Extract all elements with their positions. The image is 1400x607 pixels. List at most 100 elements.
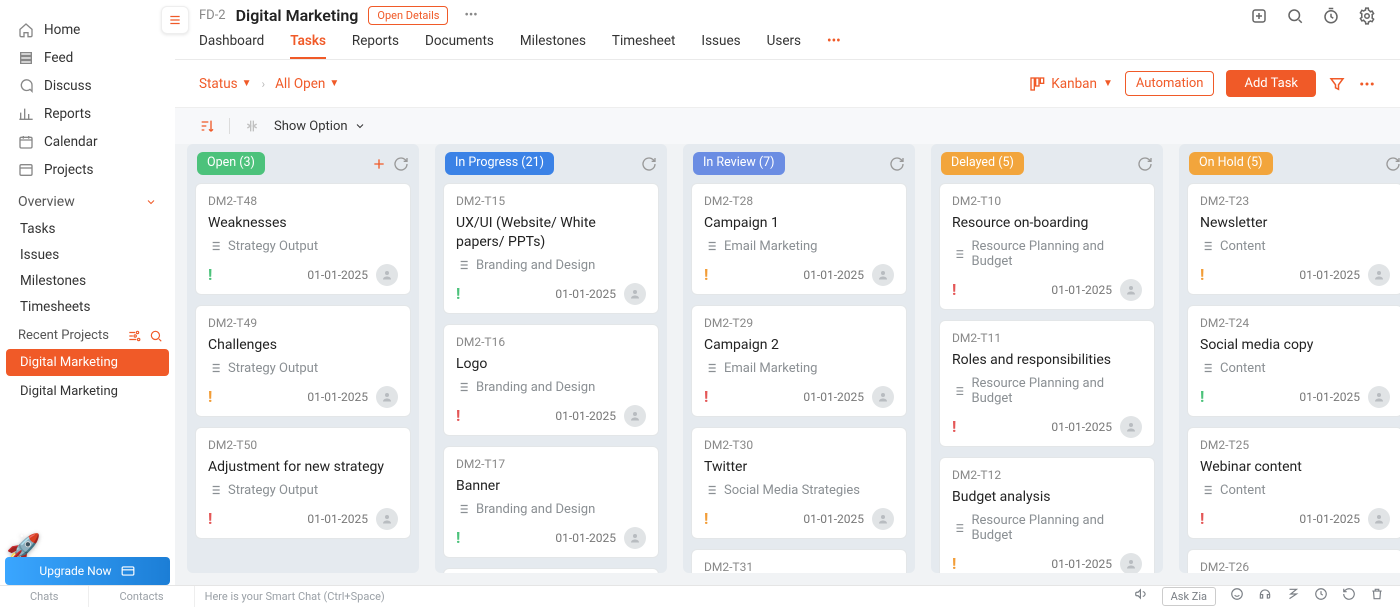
task-card[interactable]: DM2-T17 Banner Branding and Design ! 01-…	[443, 446, 659, 558]
automation-button[interactable]: Automation	[1125, 71, 1215, 96]
all-open-filter[interactable]: All Open ▼	[275, 76, 339, 92]
assignee-avatar[interactable]	[376, 508, 398, 530]
add-icon[interactable]	[1250, 7, 1268, 25]
filter-icon[interactable]	[1328, 75, 1346, 93]
tab-documents[interactable]: Documents	[425, 33, 494, 59]
tab-tasks[interactable]: Tasks	[290, 33, 326, 59]
add-card-icon[interactable]	[371, 156, 387, 172]
task-card[interactable]: DM2-T26 Email content preparation Email …	[1187, 549, 1400, 573]
list-icon	[704, 483, 718, 497]
project-more-menu[interactable]: •••	[458, 8, 483, 23]
nav-item-calendar[interactable]: Calendar	[0, 128, 175, 156]
section-header-overview[interactable]: Overview	[0, 184, 175, 216]
task-card[interactable]: DM2-T30 Twitter Social Media Strategies …	[691, 427, 907, 539]
discuss-icon	[18, 78, 34, 94]
sidebar-item-tasks[interactable]: Tasks	[0, 216, 175, 242]
tab-milestones[interactable]: Milestones	[520, 33, 586, 59]
chats-tab[interactable]: Chats	[0, 586, 89, 607]
nav-item-discuss[interactable]: Discuss	[0, 72, 175, 100]
sidebar-item-milestones[interactable]: Milestones	[0, 268, 175, 294]
smile-icon[interactable]	[1230, 587, 1244, 601]
task-title: Budget analysis	[952, 488, 1142, 507]
task-card[interactable]: DM2-T31 Linkedin Social Media Strategies…	[691, 549, 907, 573]
task-due-date: 01-01-2025	[555, 409, 616, 423]
tab-users[interactable]: Users	[767, 33, 801, 59]
upgrade-button[interactable]: Upgrade Now	[5, 557, 170, 585]
tab-dashboard[interactable]: Dashboard	[199, 33, 264, 59]
nav-item-reports[interactable]: Reports	[0, 100, 175, 128]
task-card[interactable]: DM2-T18 Video Branding and Design ! 01-0…	[443, 568, 659, 573]
assignee-avatar[interactable]	[1120, 279, 1142, 301]
nav-item-feed[interactable]: Feed	[0, 44, 175, 72]
assignee-avatar[interactable]	[872, 264, 894, 286]
task-card[interactable]: DM2-T29 Campaign 2 Email Marketing ! 01-…	[691, 305, 907, 417]
assignee-avatar[interactable]	[872, 386, 894, 408]
refresh-icon[interactable]	[1385, 156, 1400, 172]
sliders-icon[interactable]	[127, 329, 141, 343]
assignee-avatar[interactable]	[1368, 386, 1390, 408]
assignee-avatar[interactable]	[1368, 508, 1390, 530]
sort-icon[interactable]	[199, 118, 215, 134]
view-switcher[interactable]: Kanban ▼	[1029, 76, 1113, 92]
nav-item-projects[interactable]: Projects	[0, 156, 175, 184]
task-card[interactable]: DM2-T12 Budget analysis Resource Plannin…	[939, 457, 1155, 573]
priority-flag-icon: !	[704, 389, 708, 405]
task-card[interactable]: DM2-T10 Resource on-boarding Resource Pl…	[939, 183, 1155, 310]
search-icon[interactable]	[149, 329, 163, 343]
search-icon[interactable]	[1286, 7, 1304, 25]
tab-issues[interactable]: Issues	[701, 33, 740, 59]
task-card[interactable]: DM2-T11 Roles and responsibilities Resou…	[939, 320, 1155, 447]
gear-icon[interactable]	[1358, 7, 1376, 25]
assignee-avatar[interactable]	[376, 264, 398, 286]
refresh-icon[interactable]	[641, 156, 657, 172]
history-icon[interactable]	[1342, 587, 1356, 601]
task-card[interactable]: DM2-T49 Challenges Strategy Output ! 01-…	[195, 305, 411, 417]
clock-icon[interactable]	[1314, 587, 1328, 601]
task-list-tag: Content	[1200, 361, 1390, 376]
add-task-button[interactable]: Add Task	[1226, 70, 1316, 97]
assignee-avatar[interactable]	[1368, 264, 1390, 286]
recent-project[interactable]: Digital Marketing	[6, 378, 169, 405]
refresh-icon[interactable]	[889, 156, 905, 172]
assignee-avatar[interactable]	[376, 386, 398, 408]
task-card[interactable]: DM2-T15 UX/UI (Website/ White papers/ PP…	[443, 183, 659, 314]
headset-icon[interactable]	[1258, 587, 1272, 601]
more-icon[interactable]	[1358, 75, 1376, 93]
status-filter[interactable]: Status ▼	[199, 76, 252, 92]
assignee-avatar[interactable]	[624, 283, 646, 305]
assignee-avatar[interactable]	[1120, 553, 1142, 573]
refresh-icon[interactable]	[1137, 156, 1153, 172]
task-id: DM2-T50	[208, 438, 398, 452]
show-option-menu[interactable]: Show Option	[274, 119, 366, 134]
nav-item-home[interactable]: Home	[0, 16, 175, 44]
task-due-date: 01-01-2025	[1051, 557, 1112, 571]
sidebar-item-issues[interactable]: Issues	[0, 242, 175, 268]
collapse-sidebar-button[interactable]	[161, 6, 189, 34]
task-card[interactable]: DM2-T48 Weaknesses Strategy Output ! 01-…	[195, 183, 411, 295]
assignee-avatar[interactable]	[624, 405, 646, 427]
task-card[interactable]: DM2-T23 Newsletter Content ! 01-01-2025	[1187, 183, 1400, 295]
collapse-columns-icon[interactable]	[244, 118, 260, 134]
refresh-icon[interactable]	[393, 156, 409, 172]
trash-icon[interactable]	[1370, 587, 1384, 601]
assignee-avatar[interactable]	[1120, 416, 1142, 438]
megaphone-icon[interactable]	[1134, 587, 1148, 601]
task-card[interactable]: DM2-T28 Campaign 1 Email Marketing ! 01-…	[691, 183, 907, 295]
task-card[interactable]: DM2-T25 Webinar content Content ! 01-01-…	[1187, 427, 1400, 539]
task-card[interactable]: DM2-T16 Logo Branding and Design ! 01-01…	[443, 324, 659, 436]
task-card[interactable]: DM2-T24 Social media copy Content ! 01-0…	[1187, 305, 1400, 417]
assignee-avatar[interactable]	[872, 508, 894, 530]
contacts-tab[interactable]: Contacts	[89, 586, 194, 607]
zia-icon[interactable]	[1286, 587, 1300, 601]
assignee-avatar[interactable]	[624, 527, 646, 549]
sidebar-item-timesheets[interactable]: Timesheets	[0, 294, 175, 320]
tab-reports[interactable]: Reports	[352, 33, 399, 59]
task-card[interactable]: DM2-T50 Adjustment for new strategy Stra…	[195, 427, 411, 539]
tab-more[interactable]: •••	[827, 33, 841, 59]
timer-icon[interactable]	[1322, 7, 1340, 25]
tab-timesheet[interactable]: Timesheet	[612, 33, 675, 59]
recent-project[interactable]: Digital Marketing	[6, 349, 169, 376]
open-details-button[interactable]: Open Details	[368, 6, 448, 25]
ask-zia-button[interactable]: Ask Zia	[1162, 587, 1216, 606]
task-id: DM2-T25	[1200, 438, 1390, 452]
